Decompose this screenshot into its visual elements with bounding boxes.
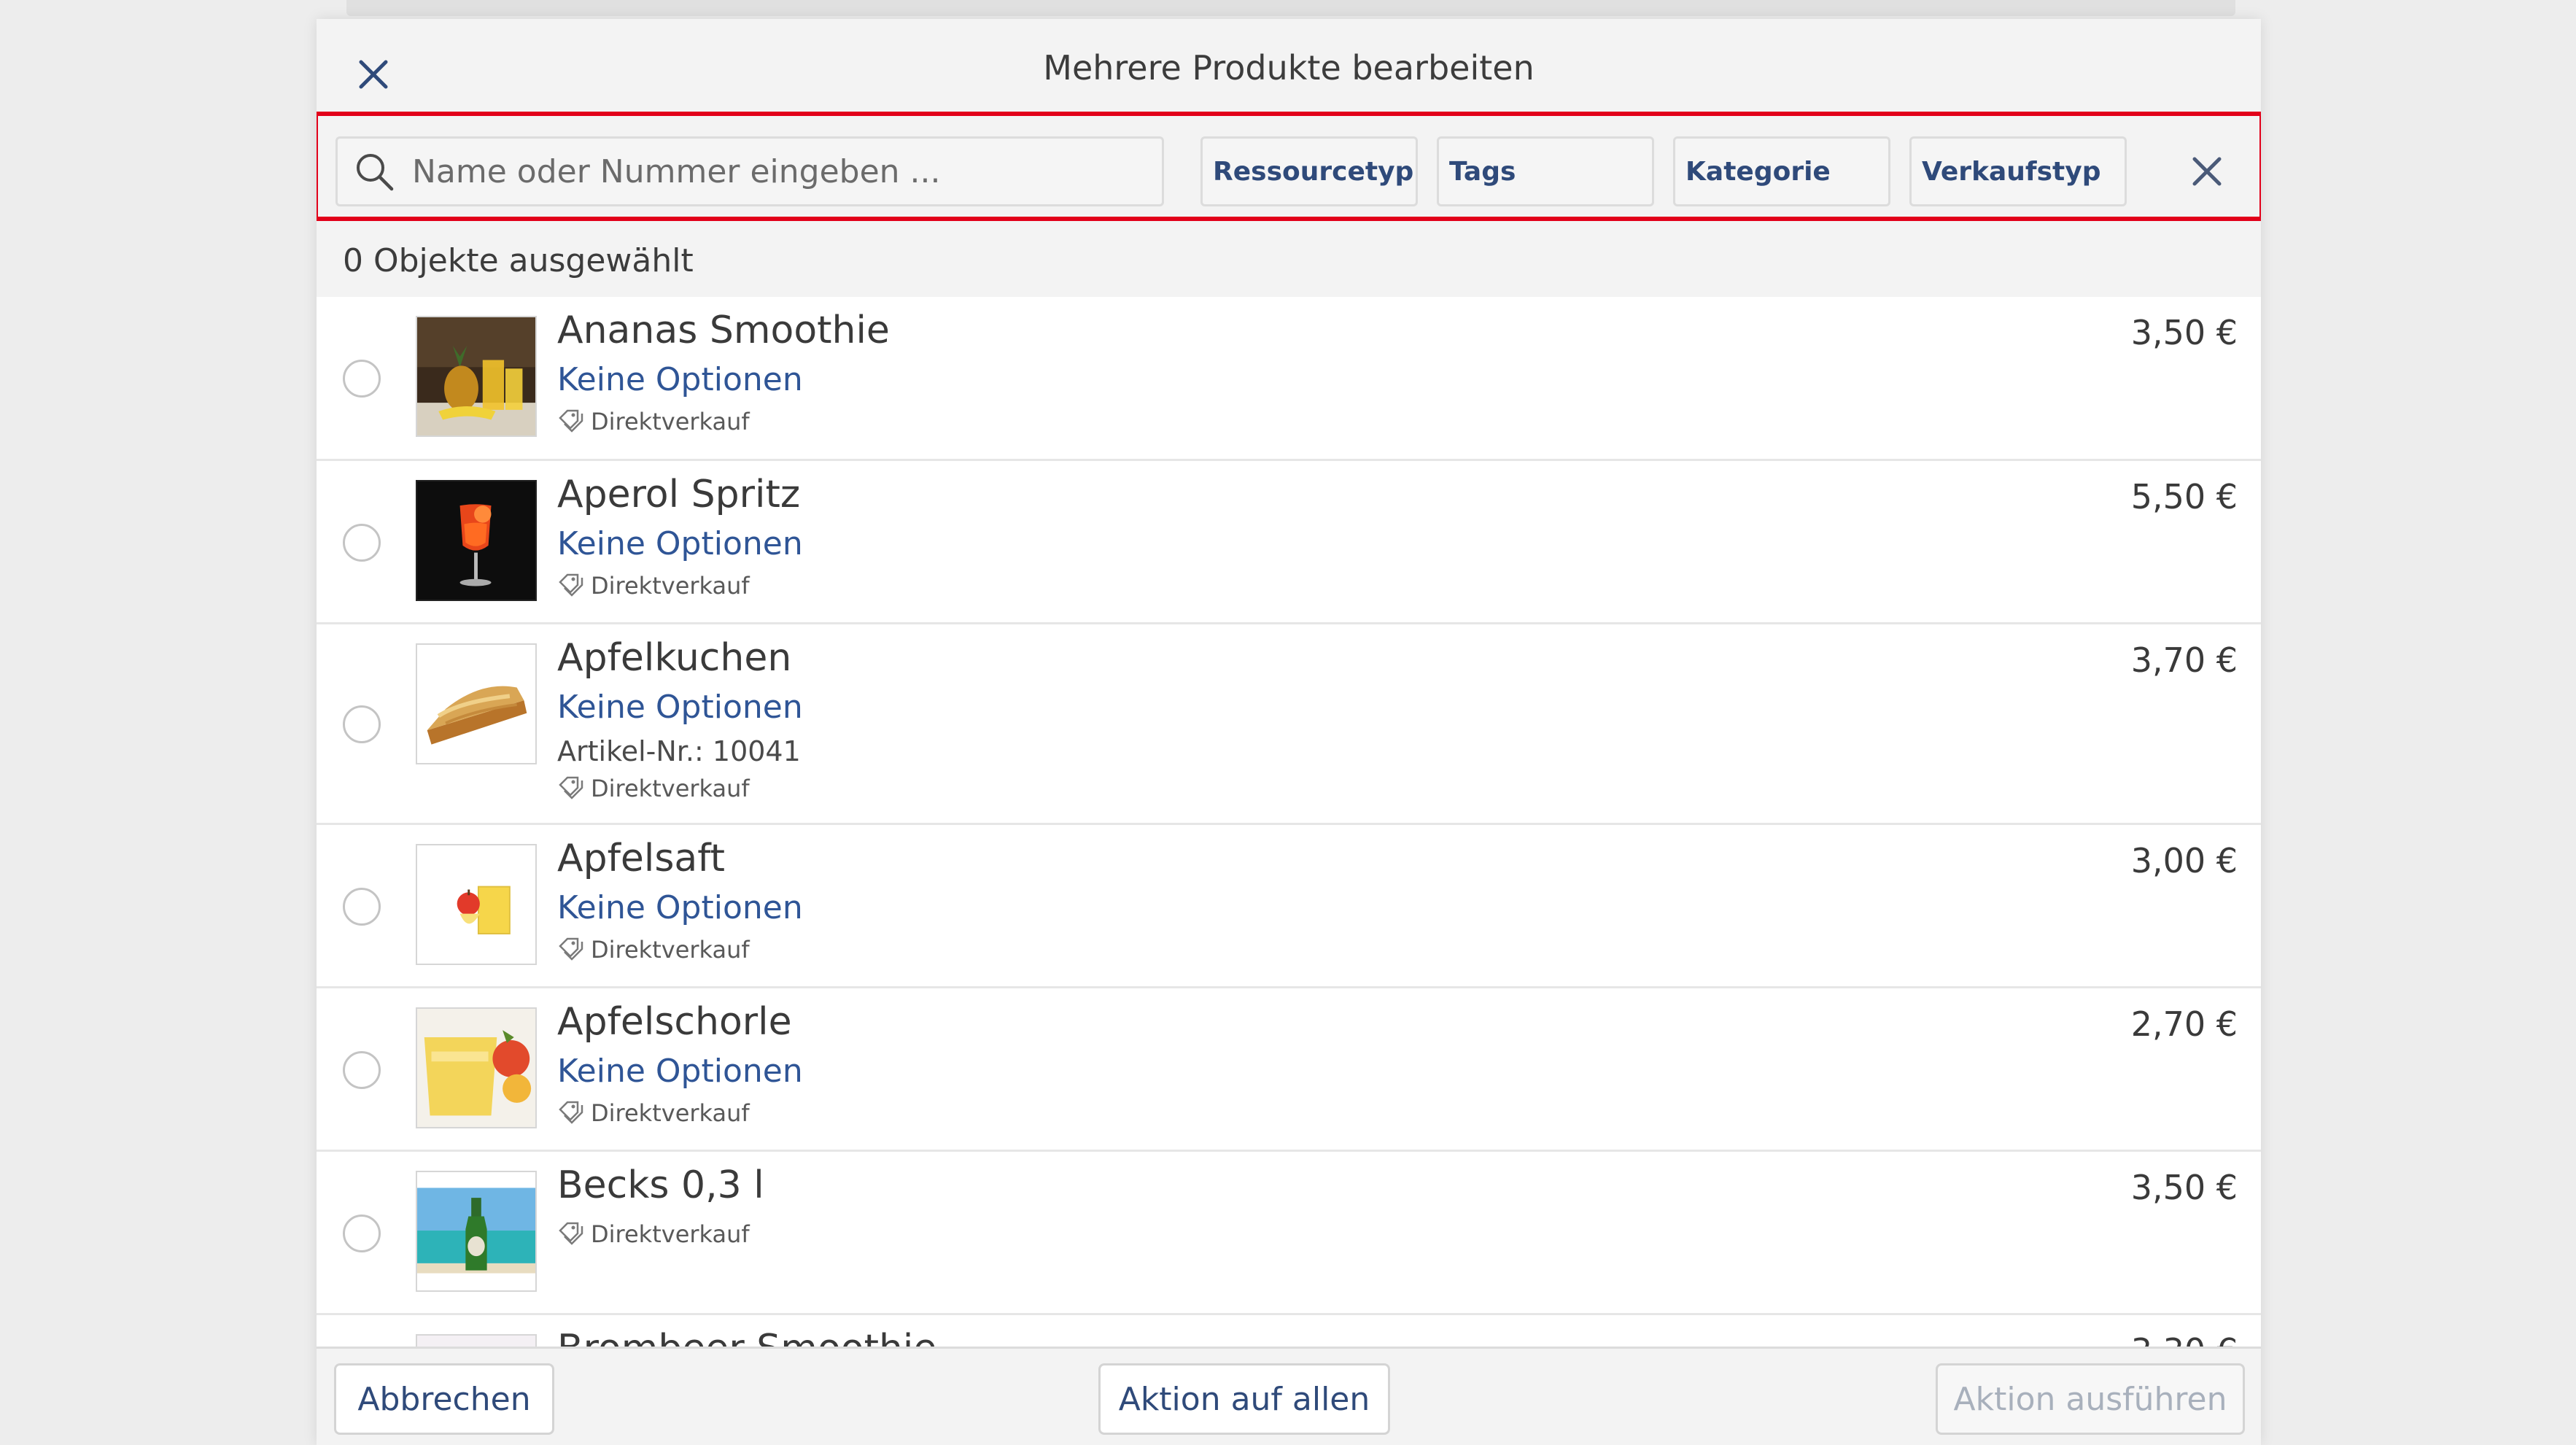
- selection-count: 0 Objekte ausgewählt: [343, 242, 694, 279]
- select-radio[interactable]: [343, 705, 381, 743]
- list-item[interactable]: Apfelschorle Keine Optionen Direktverkau…: [317, 988, 2261, 1152]
- select-radio[interactable]: [343, 360, 381, 398]
- product-price: 2,70 €: [2130, 1004, 2238, 1044]
- product-options-link[interactable]: Keine Optionen: [557, 889, 803, 926]
- tag-icon: [559, 409, 583, 433]
- product-list: Ananas Smoothie Keine Optionen Direktver…: [317, 297, 2261, 1362]
- sale-type-text: Direktverkauf: [591, 775, 750, 802]
- search-field[interactable]: [335, 136, 1164, 206]
- sale-type-label: Direktverkauf: [557, 936, 750, 964]
- sale-type-text: Direktverkauf: [591, 1099, 750, 1127]
- beer-bottle-image: [416, 1171, 537, 1292]
- filter-sale-type[interactable]: Verkaufstyp: [1909, 136, 2127, 206]
- product-name: Apfelsaft: [557, 837, 726, 880]
- apple-cake-image: [416, 643, 537, 764]
- tag-icon: [559, 937, 583, 961]
- apple-spritzer-image: [416, 1007, 537, 1128]
- select-radio[interactable]: [343, 1051, 381, 1089]
- dialog-header: Mehrere Produkte bearbeiten: [317, 19, 2261, 114]
- sale-type-label: Direktverkauf: [557, 1220, 750, 1248]
- list-item[interactable]: Apfelkuchen Keine Optionen Artikel-Nr.: …: [317, 624, 2261, 825]
- product-name: Apfelkuchen: [557, 636, 792, 680]
- filter-resource-type[interactable]: Ressourcetyp: [1200, 136, 1418, 206]
- edit-products-dialog: Mehrere Produkte bearbeiten Ressourcetyp…: [317, 19, 2261, 1445]
- tag-icon: [559, 1101, 583, 1124]
- sale-type-text: Direktverkauf: [591, 572, 750, 600]
- sale-type-label: Direktverkauf: [557, 572, 750, 600]
- sale-type-label: Direktverkauf: [557, 408, 750, 435]
- product-name: Ananas Smoothie: [557, 309, 890, 352]
- list-item[interactable]: Becks 0,3 l Direktverkauf 3,50 €: [317, 1152, 2261, 1315]
- product-options-link[interactable]: Keine Optionen: [557, 689, 803, 726]
- product-name: Aperol Spritz: [557, 473, 801, 516]
- list-item[interactable]: Ananas Smoothie Keine Optionen Direktver…: [317, 297, 2261, 461]
- product-price: 3,70 €: [2130, 640, 2238, 680]
- apple-juice-image: [416, 844, 537, 965]
- aperol-spritz-image: [416, 480, 537, 601]
- product-options-link[interactable]: Keine Optionen: [557, 361, 803, 398]
- select-radio[interactable]: [343, 888, 381, 926]
- filter-bar: Ressourcetyp Tags Kategorie Verkaufstyp: [317, 112, 2261, 221]
- product-name: Becks 0,3 l: [557, 1163, 764, 1207]
- select-radio[interactable]: [343, 524, 381, 562]
- sale-type-text: Direktverkauf: [591, 936, 750, 964]
- clear-filters-button[interactable]: [2179, 144, 2235, 199]
- product-options-link[interactable]: Keine Optionen: [557, 1053, 803, 1090]
- product-options-link[interactable]: Keine Optionen: [557, 525, 803, 562]
- dialog-footer: Abbrechen Aktion auf allen Aktion ausfüh…: [317, 1347, 2261, 1445]
- filter-category[interactable]: Kategorie: [1673, 136, 1890, 206]
- close-icon: [2192, 157, 2222, 186]
- product-price: 3,50 €: [2130, 313, 2238, 352]
- sale-type-text: Direktverkauf: [591, 408, 750, 435]
- select-radio[interactable]: [343, 1215, 381, 1252]
- action-on-all-button[interactable]: Aktion auf allen: [1098, 1363, 1390, 1435]
- filter-tags[interactable]: Tags: [1437, 136, 1654, 206]
- sale-type-text: Direktverkauf: [591, 1220, 750, 1248]
- product-price: 3,00 €: [2130, 841, 2238, 880]
- dialog-title: Mehrere Produkte bearbeiten: [1043, 48, 1535, 88]
- search-input[interactable]: [412, 152, 1141, 190]
- background-strip: [346, 0, 2235, 16]
- tag-icon: [559, 573, 583, 597]
- product-name: Apfelschorle: [557, 1000, 792, 1044]
- sale-type-label: Direktverkauf: [557, 775, 750, 802]
- list-item[interactable]: Aperol Spritz Keine Optionen Direktverka…: [317, 461, 2261, 624]
- tag-icon: [559, 1222, 583, 1245]
- product-price: 5,50 €: [2130, 477, 2238, 516]
- sale-type-label: Direktverkauf: [557, 1099, 750, 1127]
- product-price: 3,50 €: [2130, 1168, 2238, 1207]
- article-number: Artikel-Nr.: 10041: [557, 735, 801, 767]
- search-icon: [357, 154, 394, 191]
- cancel-button[interactable]: Abbrechen: [334, 1363, 554, 1435]
- execute-action-button[interactable]: Aktion ausführen: [1936, 1363, 2245, 1435]
- list-item[interactable]: Apfelsaft Keine Optionen Direktverkauf 3…: [317, 825, 2261, 988]
- pineapple-smoothie-image: [416, 316, 537, 437]
- tag-icon: [559, 776, 583, 799]
